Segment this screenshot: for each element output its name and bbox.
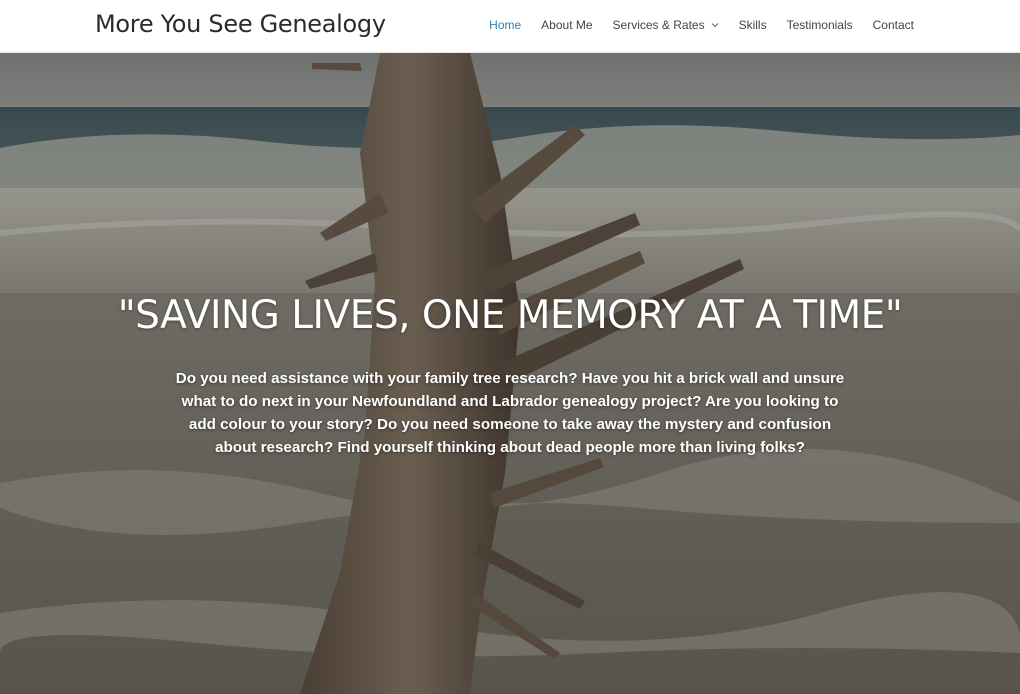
nav-item-label: Services & Rates [612,18,705,32]
hero-section: "SAVING LIVES, ONE MEMORY AT A TIME" Do … [0,53,1020,694]
nav-item-about-me[interactable]: About Me [541,18,592,32]
nav-item-label: Testimonials [786,18,853,32]
chevron-down-icon [711,23,718,28]
nav-item-home[interactable]: Home [489,18,521,32]
nav-item-contact[interactable]: Contact [873,18,914,32]
main-nav: Home About Me Services & Rates Skills Te… [489,18,914,32]
nav-item-label: Contact [872,18,914,32]
hero-body-text: Do you need assistance with your family … [175,370,845,456]
nav-item-testimonials[interactable]: Testimonials [787,18,853,32]
nav-item-skills[interactable]: Skills [739,18,767,32]
nav-item-label: Home [489,18,522,32]
site-header: More You See Genealogy Home About Me Ser… [0,0,1020,53]
nav-item-label: About Me [541,18,593,32]
nav-item-label: Skills [738,18,767,32]
site-title-link[interactable]: More You See Genealogy [95,10,386,38]
nav-item-services-rates[interactable]: Services & Rates [613,18,719,32]
hero-heading: "SAVING LIVES, ONE MEMORY AT A TIME" [117,293,903,338]
